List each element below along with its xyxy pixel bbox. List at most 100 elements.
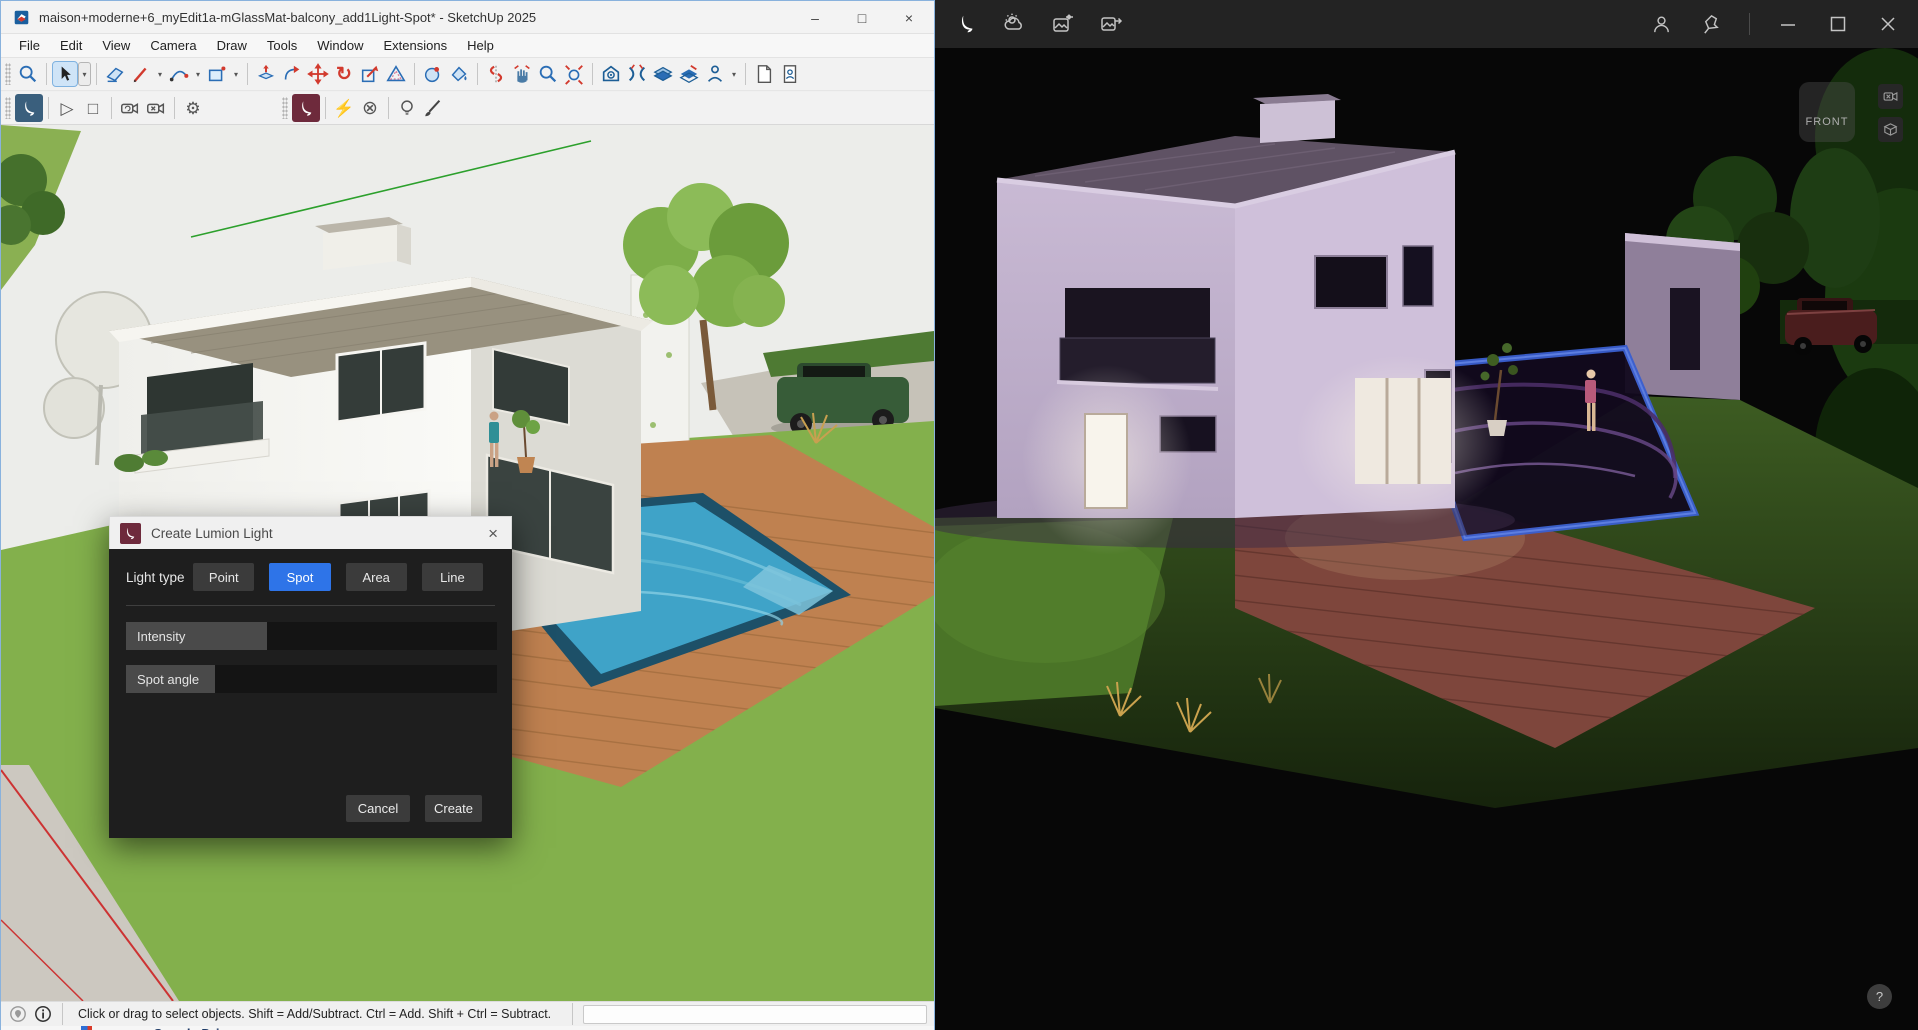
view-cube[interactable]: FRONT [1799,82,1855,142]
dialog-body: Light type Point Spot Area Line Intensit… [109,549,512,838]
geolocation-icon[interactable] [9,1005,27,1023]
paint-brush-icon[interactable] [420,95,446,121]
sketchup-titlebar: maison+moderne+6_myEdit1a-mGlassMat-balc… [1,1,934,34]
light-type-spot-button[interactable]: Spot [269,563,330,591]
menu-edit[interactable]: Edit [50,35,92,56]
new-page-icon[interactable] [751,61,777,87]
close-button[interactable]: × [900,10,918,26]
scale-tool-icon[interactable] [357,61,383,87]
rectangle-tool-icon[interactable] [204,61,230,87]
arc-tool-icon[interactable] [166,61,192,87]
export-image-icon[interactable] [1099,12,1123,36]
person-tool-dropdown[interactable]: ▾ [728,63,740,85]
rectangle-dropdown[interactable]: ▾ [230,63,242,85]
create-button[interactable]: Create [425,795,482,822]
lumion-logo-icon[interactable] [955,12,979,36]
camera-disconnect-icon[interactable] [143,95,169,121]
lumion-close-button[interactable] [1876,12,1900,36]
position-camera-icon[interactable] [598,61,624,87]
menu-tools[interactable]: Tools [257,35,307,56]
toolbar-grip[interactable] [5,97,11,119]
light-type-area-button[interactable]: Area [346,563,407,591]
lightning-icon[interactable]: ⚡ [331,95,357,121]
select-tool-icon[interactable] [52,61,78,87]
wing-wall [1625,233,1740,400]
flip-icon[interactable] [483,61,509,87]
status-hint: Click or drag to select objects. Shift =… [78,1007,551,1021]
weather-icon[interactable] [1003,12,1027,36]
dialog-close-icon[interactable]: × [488,525,498,542]
lumion-tools-icon[interactable] [292,94,320,122]
rotate-tool-icon[interactable]: ↻ [331,61,357,87]
lumion-livesync-toolbar: ▷ □ ⚙ ⚡ ⊗ [1,92,934,125]
pencil-tool-icon[interactable] [128,61,154,87]
section-plane-icon[interactable] [650,61,676,87]
arc-dropdown[interactable]: ▾ [192,63,204,85]
maximize-button[interactable]: □ [853,10,871,26]
help-button[interactable]: ? [1867,984,1892,1009]
status-bar: Click or drag to select objects. Shift =… [1,1001,934,1026]
lumion-render-view[interactable] [935,48,1918,1030]
menu-help[interactable]: Help [457,35,504,56]
menu-extensions[interactable]: Extensions [374,35,458,56]
perspective-cube-button[interactable] [1878,117,1903,142]
lumion-maximize-button[interactable] [1826,12,1850,36]
dialog-titlebar[interactable]: Create Lumion Light × [109,516,512,549]
zoom-tool-icon[interactable] [535,61,561,87]
styles-icon[interactable] [676,61,702,87]
credits-page-icon[interactable] [777,61,803,87]
menu-view[interactable]: View [92,35,140,56]
zoom-extents-icon[interactable] [561,61,587,87]
minimize-button[interactable]: – [806,10,824,26]
info-icon[interactable] [34,1005,52,1023]
intensity-slider-fill: Intensity [126,622,267,650]
follow-me-icon[interactable] [279,61,305,87]
desktop-partial-strip: Google Drive [1,1026,934,1030]
cancel-button[interactable]: Cancel [346,795,410,822]
toolbar-grip[interactable] [5,63,11,85]
toolbar-grip[interactable] [282,97,288,119]
select-tool-dropdown[interactable]: ▾ [78,62,91,86]
lumion-topbar [935,0,1918,48]
pencil-dropdown[interactable]: ▾ [154,63,166,85]
menu-file[interactable]: File [9,35,50,56]
move-tool-icon[interactable] [305,61,331,87]
sync-camera-icon[interactable] [117,95,143,121]
light-type-line-button[interactable]: Line [422,563,483,591]
intensity-slider[interactable]: Intensity [126,622,497,650]
lumion-livesync-icon[interactable] [15,94,43,122]
menu-camera[interactable]: Camera [140,35,206,56]
dialog-title: Create Lumion Light [151,526,273,541]
account-icon[interactable] [1649,12,1673,36]
play-sync-icon[interactable]: ▷ [54,95,80,121]
window-title: maison+moderne+6_myEdit1a-mGlassMat-balc… [39,10,536,25]
make-component-icon[interactable] [420,61,446,87]
photo-settings-icon[interactable] [1051,12,1075,36]
light-bulb-icon[interactable] [394,95,420,121]
person-tool-icon[interactable] [702,61,728,87]
light-type-point-button[interactable]: Point [193,563,254,591]
main-toolbar: ▾ ▾ ▾ ▾ ↻ [1,58,934,91]
intensity-label: Intensity [126,629,185,644]
sketchup-logo-icon [13,9,30,26]
camera-reset-button[interactable] [1878,84,1903,109]
livesync-settings-gear-icon[interactable]: ⚙ [180,95,206,121]
pin-icon[interactable] [1699,12,1723,36]
lumion-dialog-logo-icon [120,523,141,544]
offset-tool-icon[interactable] [383,61,409,87]
spot-angle-slider[interactable]: Spot angle [126,665,497,693]
menu-window[interactable]: Window [307,35,373,56]
create-lumion-light-dialog: Create Lumion Light × Light type Point S… [109,516,512,838]
pan-hand-icon[interactable] [509,61,535,87]
look-around-icon[interactable] [624,61,650,87]
paint-bucket-icon[interactable] [446,61,472,87]
push-pull-icon[interactable] [253,61,279,87]
menu-draw[interactable]: Draw [207,35,257,56]
eraser-icon[interactable] [102,61,128,87]
stop-sync-icon[interactable]: □ [80,95,106,121]
spot-angle-slider-fill: Spot angle [126,665,215,693]
remove-light-icon[interactable]: ⊗ [357,95,383,121]
lumion-minimize-button[interactable] [1776,12,1800,36]
zoom-window-icon[interactable] [15,61,41,87]
measurements-input[interactable] [583,1005,927,1024]
